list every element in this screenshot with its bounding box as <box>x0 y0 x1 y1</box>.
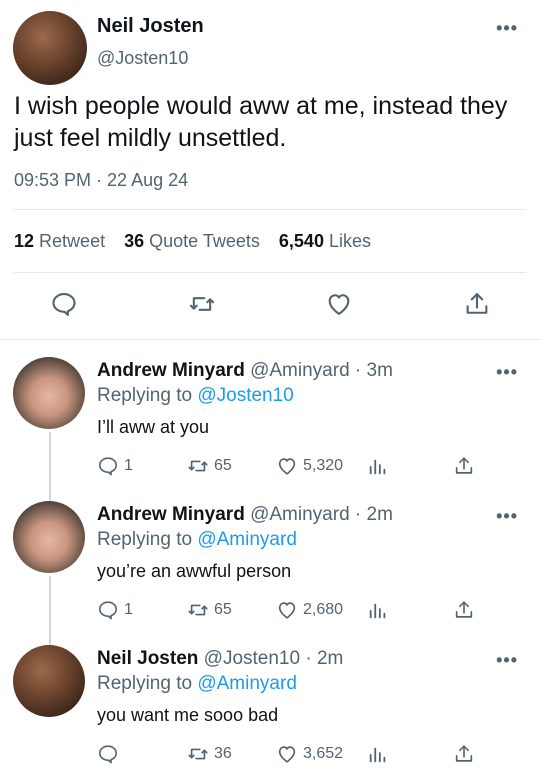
retweet-label: Retweet <box>39 231 106 251</box>
tweet-actions <box>0 284 540 324</box>
author-handle[interactable]: @Aminyard <box>250 504 350 525</box>
tweet-timestamp[interactable]: 09:53 PM · 22 Aug 24 <box>14 170 188 191</box>
like-count: 5,320 <box>303 457 344 474</box>
share-button[interactable] <box>453 599 475 621</box>
avatar[interactable] <box>13 501 85 573</box>
more-options-icon[interactable]: ••• <box>496 506 518 527</box>
like-count: 6,540 <box>278 231 324 251</box>
reply-text: you want me sooo bad <box>97 705 279 725</box>
more-options-icon[interactable]: ••• <box>496 18 518 39</box>
like-icon[interactable] <box>325 290 353 318</box>
analytics-icon <box>367 743 389 765</box>
reply-icon[interactable] <box>50 290 78 318</box>
replying-to-prefix: Replying to <box>97 385 193 406</box>
retweet-icon <box>187 455 209 477</box>
avatar[interactable] <box>13 357 85 429</box>
author-handle[interactable]: @Josten10 <box>97 48 188 69</box>
replying-to: Replying to @Aminyard <box>97 529 297 551</box>
like-icon <box>276 743 298 765</box>
like-stat[interactable]: 6,540 Likes <box>279 231 371 251</box>
retweet-stat[interactable]: 12 Retweet <box>14 231 105 251</box>
retweet-count: 65 <box>214 457 232 474</box>
share-icon <box>453 599 475 621</box>
reply-header: Andrew Minyard @Aminyard · 2m <box>97 504 393 526</box>
reply-button[interactable]: 1 <box>97 599 133 621</box>
author-handle[interactable]: @Josten10 <box>204 648 300 669</box>
reply-time: · 3m <box>354 360 393 381</box>
divider <box>0 339 540 340</box>
analytics-button[interactable] <box>367 599 389 621</box>
reply-tweet[interactable]: Andrew Minyard @Aminyard · 2m ••• Replyi… <box>0 499 540 644</box>
reply-button[interactable]: 1 <box>97 455 133 477</box>
retweet-button[interactable]: 65 <box>187 455 232 477</box>
reply-count: 1 <box>124 601 133 618</box>
tweet-stats: 12 Retweet 36 Quote Tweets 6,540 Likes <box>14 231 385 252</box>
analytics-button[interactable] <box>367 455 389 477</box>
author-name[interactable]: Andrew Minyard <box>97 504 245 525</box>
retweet-icon[interactable] <box>188 290 216 318</box>
analytics-button[interactable] <box>367 743 389 765</box>
reply-button[interactable] <box>97 743 124 765</box>
replying-to-prefix: Replying to <box>97 673 193 694</box>
reply-text: you’re an awwful person <box>97 561 292 581</box>
replying-to-prefix: Replying to <box>97 529 193 550</box>
replying-to-link[interactable]: @Aminyard <box>197 673 297 694</box>
reply-time: · 2m <box>354 504 393 525</box>
like-label: Likes <box>328 231 371 251</box>
tweet-text: I wish people would aww at me, instead t… <box>14 92 508 152</box>
retweet-count: 36 <box>214 745 232 762</box>
author-handle[interactable]: @Aminyard <box>250 360 350 381</box>
more-options-icon[interactable]: ••• <box>496 650 518 671</box>
like-icon <box>276 599 298 621</box>
like-button[interactable]: 5,320 <box>276 455 343 477</box>
reply-actions: 1 65 2,680 <box>0 599 540 625</box>
reply-text: I’ll aww at you <box>97 417 210 437</box>
retweet-icon <box>187 599 209 621</box>
like-count: 2,680 <box>303 601 344 618</box>
share-icon <box>453 455 475 477</box>
share-button[interactable] <box>453 743 475 765</box>
avatar[interactable] <box>13 645 85 717</box>
quote-stat[interactable]: 36 Quote Tweets <box>124 231 260 251</box>
more-options-icon[interactable]: ••• <box>496 362 518 383</box>
reply-time: · 2m <box>305 648 344 669</box>
retweet-count: 12 <box>14 231 35 251</box>
reply-tweet[interactable]: Andrew Minyard @Aminyard · 3m ••• Replyi… <box>0 355 540 500</box>
reply-count: 1 <box>124 457 133 474</box>
like-count: 3,652 <box>303 745 344 762</box>
replying-to: Replying to @Josten10 <box>97 385 294 407</box>
quote-label: Quote Tweets <box>149 231 260 251</box>
analytics-icon <box>367 455 389 477</box>
reply-header: Neil Josten @Josten10 · 2m <box>97 648 343 670</box>
author-name[interactable]: Andrew Minyard <box>97 360 245 381</box>
like-button[interactable]: 3,652 <box>276 743 343 765</box>
share-icon <box>453 743 475 765</box>
retweet-count: 65 <box>214 601 232 618</box>
retweet-button[interactable]: 65 <box>187 599 232 621</box>
quote-count: 36 <box>124 231 145 251</box>
avatar[interactable] <box>13 11 87 85</box>
reply-actions: 1 65 5,320 <box>0 455 540 481</box>
retweet-button[interactable]: 36 <box>187 743 232 765</box>
divider <box>14 209 526 210</box>
divider <box>14 272 526 273</box>
main-tweet: Neil Josten @Josten10 ••• I wish people … <box>0 0 540 340</box>
author-name[interactable]: Neil Josten <box>97 15 204 38</box>
reply-actions: 36 3,652 <box>0 743 540 769</box>
reply-icon <box>97 455 119 477</box>
replying-to: Replying to @Aminyard <box>97 673 297 695</box>
like-button[interactable]: 2,680 <box>276 599 343 621</box>
analytics-icon <box>367 599 389 621</box>
replying-to-link[interactable]: @Aminyard <box>197 529 297 550</box>
retweet-icon <box>187 743 209 765</box>
reply-icon <box>97 599 119 621</box>
reply-header: Andrew Minyard @Aminyard · 3m <box>97 360 393 382</box>
share-button[interactable] <box>453 455 475 477</box>
replying-to-link[interactable]: @Josten10 <box>197 385 293 406</box>
author-name[interactable]: Neil Josten <box>97 648 198 669</box>
share-icon[interactable] <box>463 290 491 318</box>
like-icon <box>276 455 298 477</box>
reply-tweet[interactable]: Neil Josten @Josten10 · 2m ••• Replying … <box>0 643 540 782</box>
reply-icon <box>97 743 119 765</box>
